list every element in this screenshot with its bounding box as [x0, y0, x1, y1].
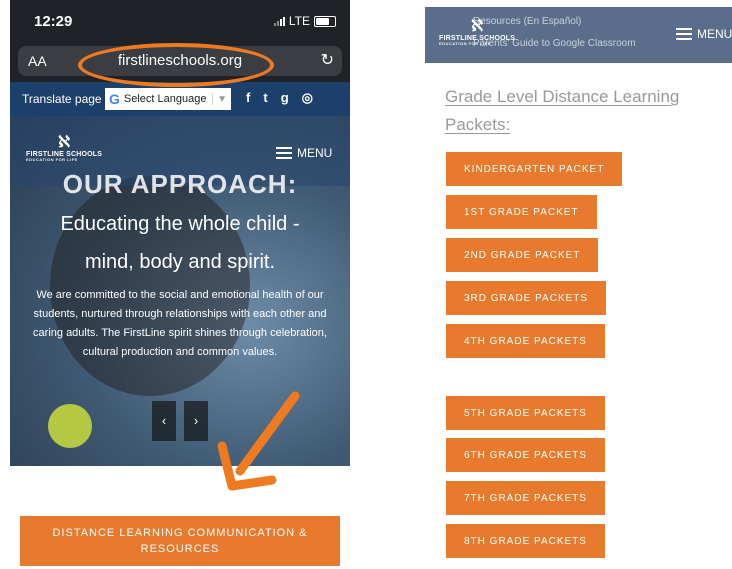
right-phone-screenshot: Resources (En Español) Parents' Guide to…: [425, 7, 732, 567]
grade-7-packets-button[interactable]: 7TH GRADE PACKETS: [446, 481, 605, 515]
grade-6-packets-button[interactable]: 6TH GRADE PACKETS: [446, 438, 605, 472]
hero-subtitle-line2: mind, body and spirit.: [84, 251, 276, 273]
network-label: LTE: [288, 14, 310, 28]
hamburger-icon: [676, 28, 692, 40]
packets-section-title: Grade Level Distance Learning Packets:: [445, 87, 680, 134]
chevron-down-icon: ▼: [212, 93, 231, 105]
grade-5-packets-button[interactable]: 5TH GRADE PACKETS: [446, 396, 605, 430]
grade-3-packets-button[interactable]: 3RD GRADE PACKETS: [446, 281, 607, 315]
menu-button[interactable]: MENU: [676, 27, 732, 41]
twitter-icon[interactable]: t: [263, 90, 267, 106]
signal-icon: [273, 16, 285, 26]
menu-label: MENU: [297, 146, 333, 160]
grade-1-packet-button[interactable]: 1ST GRADE PACKET: [446, 195, 597, 229]
language-select[interactable]: G Select Language ▼: [105, 88, 231, 110]
hero-body-text: We are committed to the social and emoti…: [33, 289, 327, 358]
status-bar: 12:29 LTE: [10, 0, 350, 40]
grade-2-packet-button[interactable]: 2ND GRADE PACKET: [446, 238, 599, 272]
instagram-icon[interactable]: ◎: [302, 90, 313, 106]
grade-8-packets-button[interactable]: 8TH GRADE PACKETS: [446, 524, 605, 558]
logo-mark-icon: ℵ: [471, 18, 484, 35]
facebook-icon[interactable]: f: [246, 90, 250, 106]
distance-learning-button[interactable]: DISTANCE LEARNING COMMUNICATION & RESOUR…: [20, 516, 340, 566]
logo-tagline: EDUCATION FOR LIFE: [26, 157, 78, 162]
logo-tagline: EDUCATION FOR LIFE: [439, 41, 491, 46]
menu-label: MENU: [697, 27, 732, 41]
tennis-ball-image: [48, 404, 92, 448]
site-nav: Resources (En Español) Parents' Guide to…: [425, 7, 732, 63]
translate-label: Translate page: [22, 92, 102, 106]
logo-mark-icon: ℵ: [58, 134, 71, 151]
battery-icon: [314, 15, 336, 27]
hero-subtitle-line1: Educating the whole child -: [60, 213, 300, 235]
annotation-arrow-icon: [217, 391, 300, 491]
carousel-prev-button[interactable]: ‹: [152, 401, 176, 441]
kindergarten-packet-button[interactable]: KINDERGARTEN PACKET: [446, 152, 623, 186]
hero-title: OUR APPROACH:: [62, 169, 298, 199]
social-links: f t g ◎: [246, 90, 313, 106]
reload-icon[interactable]: ↻: [321, 50, 334, 70]
translate-bar: Translate page G Select Language ▼ f t g…: [10, 82, 350, 116]
google-plus-icon[interactable]: g: [281, 90, 289, 106]
status-time: 12:29: [34, 13, 73, 30]
google-icon: G: [109, 91, 120, 107]
menu-button[interactable]: MENU: [276, 146, 332, 160]
url-annotation-ring: [78, 43, 274, 87]
language-select-label: Select Language: [123, 93, 207, 105]
site-logo[interactable]: ℵ FIRSTLINE SCHOOLS EDUCATION FOR LIFE: [439, 19, 515, 46]
grade-4-packets-button[interactable]: 4TH GRADE PACKETS: [446, 324, 605, 358]
site-logo[interactable]: ℵ FIRSTLINE SCHOOLS EDUCATION FOR LIFE: [26, 135, 102, 162]
hamburger-icon: [276, 147, 292, 159]
status-indicators: LTE: [273, 14, 336, 28]
carousel-next-button[interactable]: ›: [184, 401, 208, 441]
